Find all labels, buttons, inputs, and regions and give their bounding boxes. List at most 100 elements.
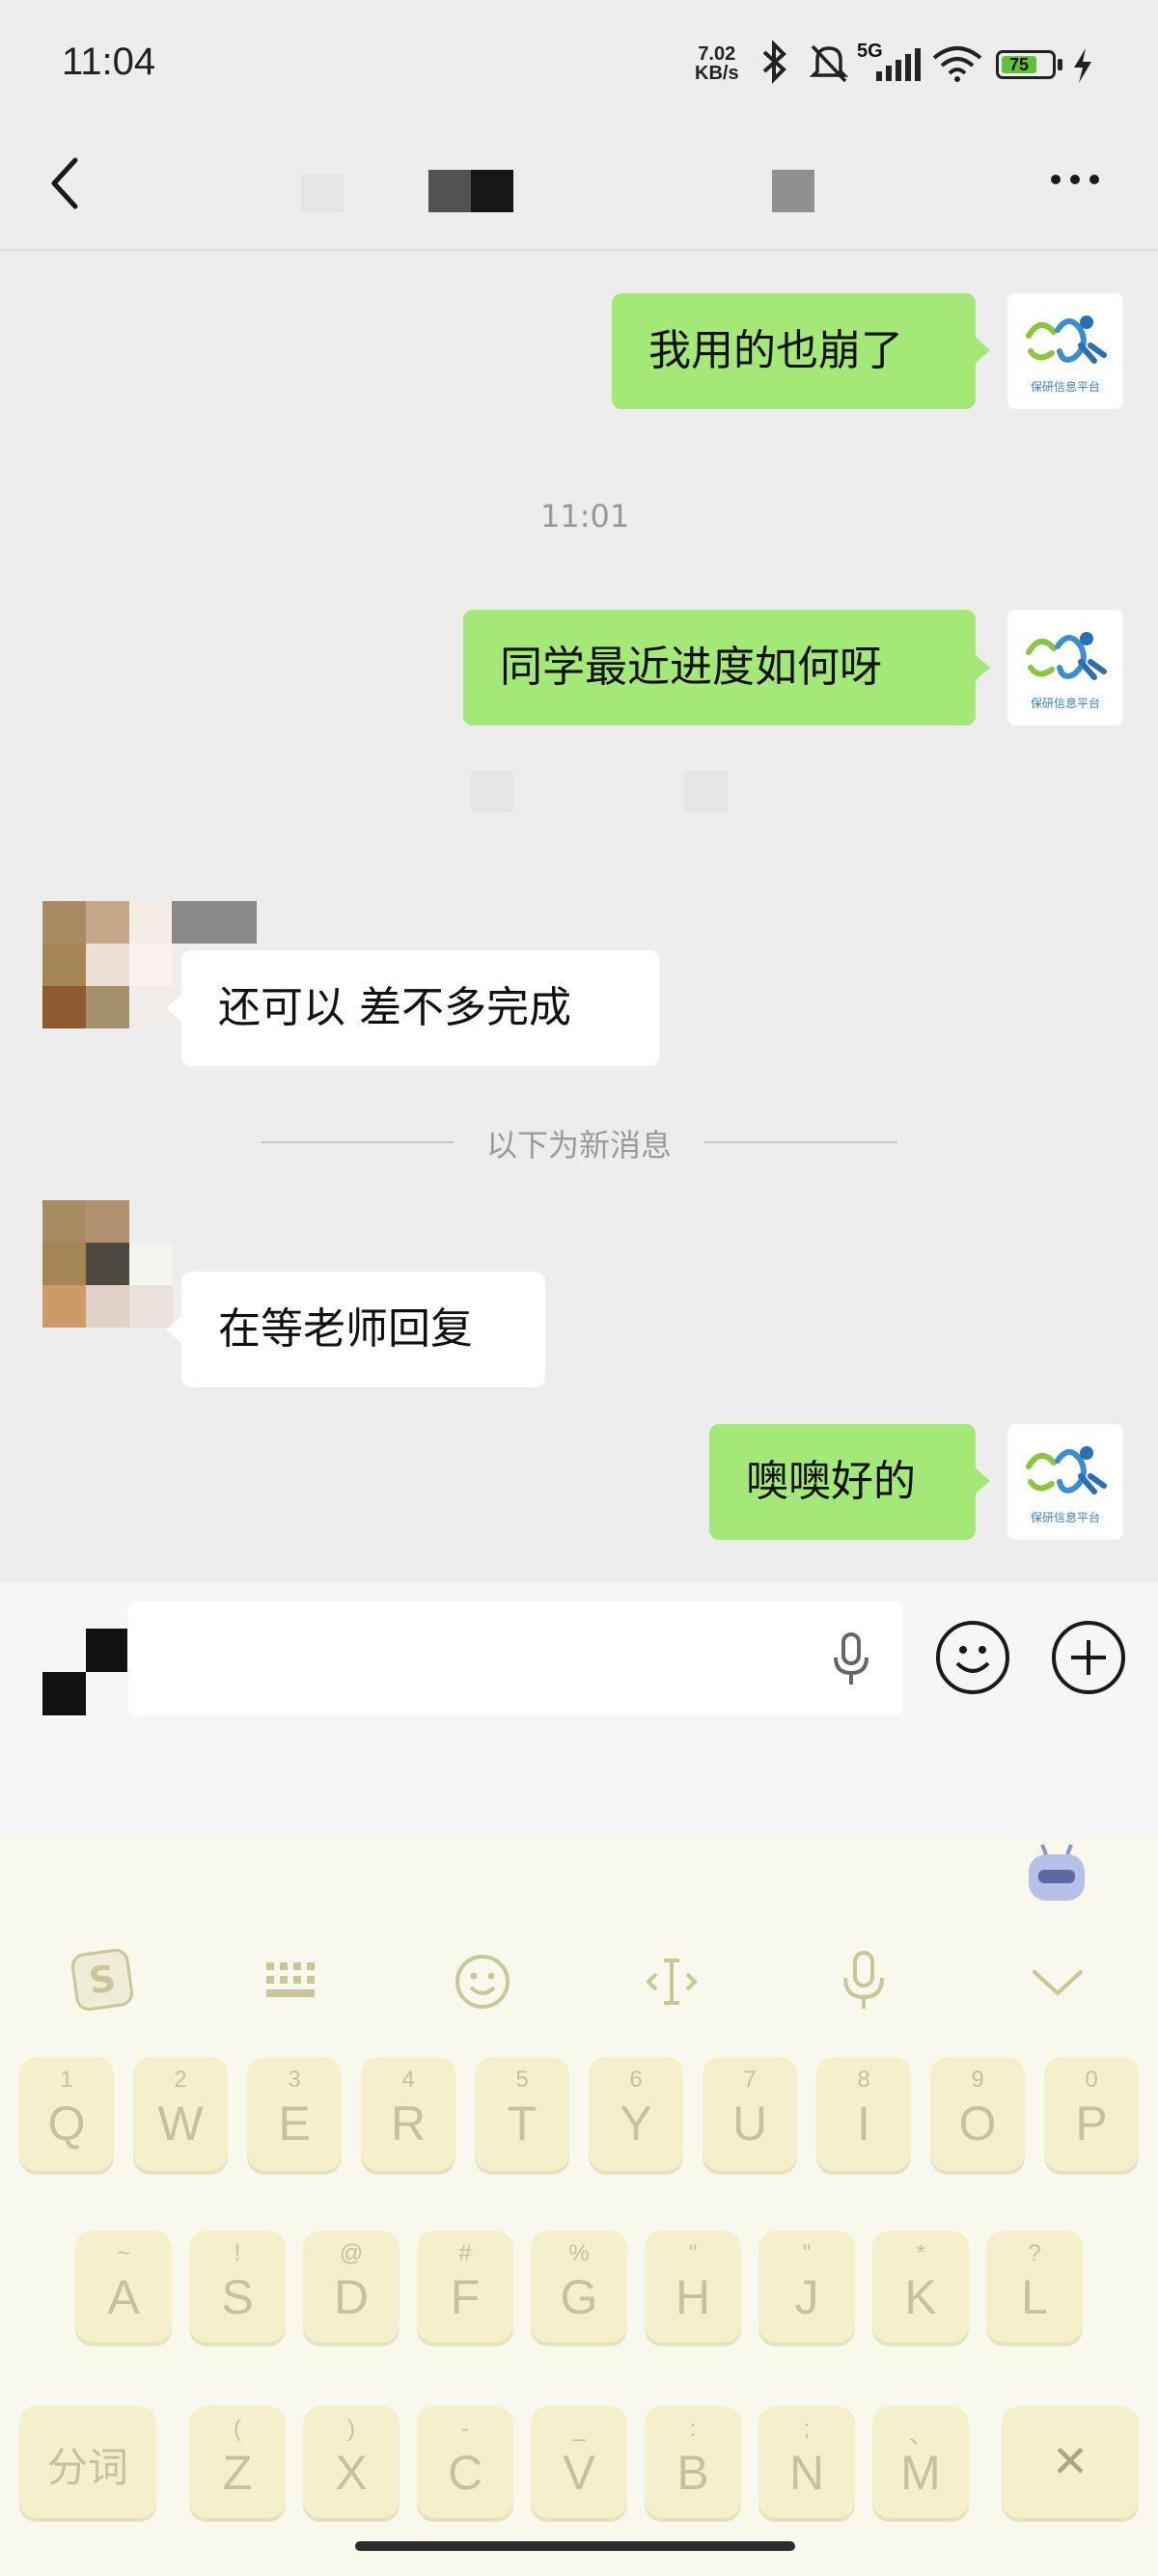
message-bubble-outgoing[interactable]: 噢噢好的 xyxy=(709,1424,976,1540)
key-k[interactable]: * K xyxy=(872,2231,969,2343)
key-f[interactable]: # F xyxy=(417,2231,513,2343)
key-z[interactable]: (Z xyxy=(189,2406,286,2518)
key-a[interactable]: ~ A xyxy=(75,2231,172,2343)
bubble-tail xyxy=(166,1316,181,1343)
keyboard-grid-icon[interactable] xyxy=(262,1959,320,2001)
key-secondary-label: ( xyxy=(234,2416,241,2442)
key-e[interactable]: 3E xyxy=(247,2057,342,2171)
new-messages-divider: 以下为新消息 xyxy=(485,1127,672,1164)
key-b[interactable]: :B xyxy=(645,2406,741,2518)
key-label: R xyxy=(390,2096,427,2151)
key-s[interactable]: ! S xyxy=(189,2231,286,2343)
key-o[interactable]: 9O xyxy=(930,2057,1025,2171)
key-label: H xyxy=(675,2270,711,2324)
more-functions-button[interactable] xyxy=(1052,1621,1125,1694)
key-v[interactable]: _ V xyxy=(531,2406,627,2518)
key-w[interactable]: 2W xyxy=(133,2057,228,2171)
collapse-keyboard-icon[interactable] xyxy=(1029,1964,1087,1999)
battery-cap xyxy=(1058,59,1062,70)
assistant-robot-icon[interactable] xyxy=(1023,1841,1090,1908)
key-label: E xyxy=(278,2096,311,2151)
chat-title-redacted xyxy=(290,168,830,216)
my-avatar[interactable]: 保研信息平台 xyxy=(1007,610,1123,726)
message-bubble-incoming[interactable]: 在等老师回复 xyxy=(181,1272,545,1387)
key-segment[interactable]: 分词 xyxy=(19,2406,156,2518)
message-text: 同学最近进度如何呀 xyxy=(500,643,882,692)
key-secondary-label: 4 xyxy=(401,2067,415,2093)
more-options-button[interactable] xyxy=(1048,172,1102,187)
key-secondary-label: : xyxy=(689,2416,697,2442)
key-secondary-label: # xyxy=(458,2240,472,2266)
message-bubble-incoming[interactable]: 还可以 差不多完成 xyxy=(181,950,660,1066)
emoji-icon[interactable] xyxy=(454,1953,511,2011)
key-label: F xyxy=(450,2270,481,2324)
key-secondary-label: ? xyxy=(1028,2240,1041,2266)
key-label: W xyxy=(157,2096,204,2151)
message-bubble-outgoing[interactable]: 我用的也崩了 xyxy=(612,293,976,409)
key-label: Q xyxy=(47,2096,86,2151)
key-h[interactable]: " H xyxy=(645,2231,741,2343)
key-g[interactable]: % G xyxy=(531,2231,627,2343)
platform-logo-icon xyxy=(1026,1446,1107,1494)
key-i[interactable]: 8I xyxy=(816,2057,911,2171)
divider-line xyxy=(704,1141,897,1143)
key-q[interactable]: 1Q xyxy=(19,2057,114,2171)
key-l[interactable]: ? L xyxy=(986,2231,1083,2343)
contact-name-redacted xyxy=(172,901,257,944)
key-secondary-label: * xyxy=(916,2240,925,2266)
net-speed: 7.02 KB/s xyxy=(695,44,739,83)
voice-toggle-button[interactable] xyxy=(42,1629,129,1715)
key-delete[interactable]: ✕ xyxy=(1002,2406,1139,2518)
key-r[interactable]: 4R xyxy=(361,2057,455,2171)
platform-logo-icon xyxy=(1026,315,1107,364)
key-label: T xyxy=(507,2096,538,2151)
message-input[interactable] xyxy=(127,1602,903,1715)
voice-input-icon[interactable] xyxy=(840,1949,888,2011)
message-text: 噢噢好的 xyxy=(746,1457,916,1506)
message-bubble-outgoing[interactable]: 同学最近进度如何呀 xyxy=(463,610,976,726)
key-label: X xyxy=(335,2446,368,2500)
key-label: C xyxy=(447,2446,483,2500)
contact-avatar[interactable] xyxy=(42,1200,173,1328)
key-label: D xyxy=(333,2270,370,2324)
key-p[interactable]: 0P xyxy=(1044,2057,1139,2171)
key-x[interactable]: ) X xyxy=(303,2406,400,2518)
key-c[interactable]: -C xyxy=(417,2406,513,2518)
key-j[interactable]: " J xyxy=(758,2231,855,2343)
emoji-button[interactable] xyxy=(936,1621,1009,1694)
key-secondary-label: 1 xyxy=(60,2067,73,2093)
key-secondary-label: " xyxy=(802,2240,812,2266)
microphone-icon[interactable] xyxy=(830,1632,872,1686)
cell-signal-icon xyxy=(876,48,921,81)
key-secondary-label: % xyxy=(568,2240,590,2266)
avatar-caption: 保研信息平台 xyxy=(1030,697,1100,710)
key-label: K xyxy=(904,2270,937,2324)
key-t[interactable]: 5T xyxy=(475,2057,569,2171)
key-label: V xyxy=(563,2446,595,2500)
key-secondary-label: 6 xyxy=(629,2067,643,2093)
key-label: L xyxy=(1021,2270,1048,2324)
battery-icon: 75 xyxy=(996,50,1056,79)
back-button[interactable] xyxy=(44,154,87,212)
key-label: N xyxy=(788,2446,825,2500)
avatar-caption: 保研信息平台 xyxy=(1030,380,1100,394)
key-m[interactable]: 、 M xyxy=(872,2406,969,2518)
key-label: P xyxy=(1075,2096,1108,2151)
divider-line xyxy=(261,1141,454,1143)
key-d[interactable]: @ D xyxy=(303,2231,400,2343)
key-secondary-label: 5 xyxy=(515,2067,529,2093)
home-indicator[interactable] xyxy=(355,2541,795,2551)
battery-level: 75 xyxy=(1002,56,1036,73)
net-speed-value: 7.02 xyxy=(698,43,736,65)
message-text: 还可以 差不多完成 xyxy=(218,983,571,1032)
text-cursor-icon[interactable] xyxy=(643,1953,701,2011)
key-label: G xyxy=(560,2270,598,2324)
contact-avatar[interactable] xyxy=(42,901,173,1028)
key-y[interactable]: 6Y xyxy=(589,2057,683,2171)
my-avatar[interactable]: 保研信息平台 xyxy=(1007,293,1123,409)
my-avatar[interactable]: 保研信息平台 xyxy=(1007,1424,1123,1540)
key-n[interactable]: ; N xyxy=(758,2406,855,2518)
sogou-logo-icon[interactable]: S xyxy=(69,1947,135,2013)
mute-bell-icon xyxy=(809,44,849,83)
key-u[interactable]: 7U xyxy=(703,2057,797,2171)
